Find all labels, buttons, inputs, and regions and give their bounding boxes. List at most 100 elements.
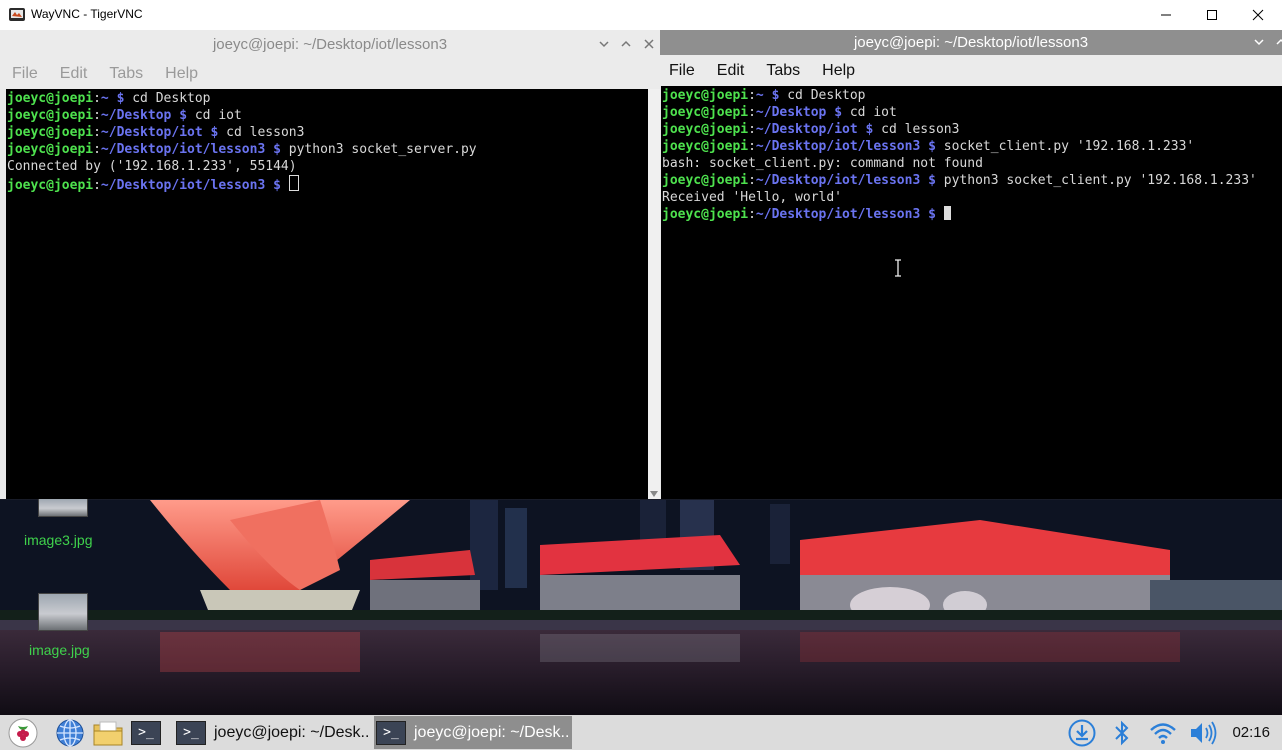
command-text: cd lesson3 <box>881 122 960 137</box>
file-manager-launcher[interactable] <box>92 715 124 750</box>
terminal-line: joeyc@joepi:~/Desktop/iot/lesson3 $ sock… <box>662 138 1282 155</box>
terminal-titlebar[interactable]: joeyc@joepi: ~/Desktop/iot/lesson3 <box>660 30 1282 55</box>
maximize-button[interactable] <box>1189 0 1235 30</box>
close-button[interactable] <box>1235 0 1281 30</box>
terminal-cursor <box>288 175 299 191</box>
command-text: python3 socket_client.py '192.168.1.233' <box>943 173 1257 188</box>
terminal-line: bash: socket_client.py: command not foun… <box>662 155 1282 172</box>
terminal-line: joeyc@joepi:~/Desktop/iot $ cd lesson3 <box>662 121 1282 138</box>
terminal-title: joeyc@joepi: ~/Desktop/iot/lesson3 <box>853 34 1089 51</box>
close-icon[interactable] <box>644 39 654 49</box>
prompt-user: joeyc@joepi <box>662 139 749 154</box>
prompt-path: ~/Desktop/iot <box>100 125 203 140</box>
command-text: cd Desktop <box>787 88 866 103</box>
terminal-line: joeyc@joepi:~/Desktop $ cd iot <box>7 107 648 124</box>
prompt-separator: : <box>748 105 756 120</box>
desktop-icon-label: image.jpg <box>29 642 90 658</box>
menu-file[interactable]: File <box>12 65 38 83</box>
text-cursor-icon <box>895 259 901 277</box>
clock[interactable]: 02:16 <box>1232 715 1270 750</box>
download-updates-icon <box>1068 719 1096 746</box>
menu-tabs[interactable]: Tabs <box>109 65 143 83</box>
prompt-path: ~/Desktop <box>755 105 827 120</box>
command-text: cd iot <box>194 108 242 123</box>
terminal-line: joeyc@joepi:~/Desktop/iot/lesson3 $ pyth… <box>7 141 648 158</box>
prompt-symbol: $ <box>763 88 788 103</box>
folder-icon <box>93 721 123 745</box>
prompt-separator: : <box>748 88 756 103</box>
prompt-path: ~/Desktop <box>100 108 172 123</box>
prompt-path: ~/Desktop/iot/lesson3 <box>755 173 921 188</box>
desktop-icon-image3[interactable]: image3.jpg <box>20 498 110 553</box>
prompt-path: ~/Desktop/iot/lesson3 <box>100 178 266 193</box>
maximize-icon <box>1207 10 1217 20</box>
vnc-window-title: WayVNC - TigerVNC <box>31 7 143 21</box>
terminal-output[interactable]: joeyc@joepi:~ $ cd Desktop joeyc@joepi:~/… <box>6 89 648 499</box>
raspberry-pi-icon <box>8 718 38 747</box>
taskbar-task-terminal-1[interactable]: >_ joeyc@joepi: ~/Desk.. <box>172 716 372 749</box>
menu-file[interactable]: File <box>669 62 695 80</box>
menu-help[interactable]: Help <box>822 62 855 80</box>
prompt-separator: : <box>748 139 756 154</box>
prompt-separator: : <box>748 122 756 137</box>
web-browser-launcher[interactable] <box>55 715 85 750</box>
raspberry-menu-button[interactable] <box>8 715 38 750</box>
minimize-button[interactable] <box>1143 0 1189 30</box>
taskbar-task-terminal-2[interactable]: >_ joeyc@joepi: ~/Desk.. <box>374 716 572 749</box>
terminal-line: joeyc@joepi:~/Desktop $ cd iot <box>662 104 1282 121</box>
chevron-down-icon[interactable] <box>1254 37 1264 47</box>
menu-tabs[interactable]: Tabs <box>766 62 800 80</box>
minimize-icon <box>1161 14 1171 16</box>
scrollbar[interactable] <box>648 89 660 499</box>
terminal-output[interactable]: joeyc@joepi:~ $ cd Desktop joeyc@joepi:~/… <box>661 86 1282 499</box>
terminal-titlebar[interactable]: joeyc@joepi: ~/Desktop/iot/lesson3 <box>0 30 660 58</box>
desktop-icon-image[interactable]: image.jpg <box>20 593 110 663</box>
prompt-separator: : <box>93 108 101 123</box>
prompt-separator: : <box>93 125 101 140</box>
terminal-line: joeyc@joepi:~ $ cd Desktop <box>662 87 1282 104</box>
desktop-icon-label: image3.jpg <box>24 532 93 548</box>
bluetooth-button[interactable] <box>1113 715 1131 750</box>
command-text: socket_client.py '192.168.1.233' <box>943 139 1195 154</box>
volume-button[interactable] <box>1188 715 1218 750</box>
wifi-button[interactable] <box>1149 715 1177 750</box>
image-thumbnail-icon <box>38 593 88 631</box>
terminal-window-right[interactable]: joeyc@joepi: ~/Desktop/iot/lesson3 File … <box>660 30 1282 499</box>
terminal-icon: >_ <box>376 720 406 745</box>
speaker-volume-icon <box>1191 721 1217 744</box>
command-output: Received 'Hello, world' <box>662 190 843 205</box>
scroll-down-arrow-icon[interactable] <box>650 491 658 497</box>
prompt-separator: : <box>93 178 101 193</box>
task-label: joeyc@joepi: ~/Desk.. <box>414 723 570 741</box>
prompt-user: joeyc@joepi <box>662 105 749 120</box>
prompt-symbol: $ <box>108 91 133 106</box>
taskbar: >_ >_ joeyc@joepi: ~/Desk.. >_ joeyc@joe… <box>0 715 1282 750</box>
prompt-symbol: $ <box>920 139 944 154</box>
terminal-icon: >_ <box>131 720 161 745</box>
updater-button[interactable] <box>1068 715 1096 750</box>
menu-help[interactable]: Help <box>165 65 198 83</box>
bluetooth-icon <box>1115 720 1129 745</box>
wifi-icon <box>1150 722 1176 744</box>
menu-edit[interactable]: Edit <box>60 65 88 83</box>
prompt-user: joeyc@joepi <box>7 91 94 106</box>
chevron-down-icon[interactable] <box>599 39 609 49</box>
terminal-line: joeyc@joepi:~/Desktop/iot/lesson3 $ <box>662 206 1282 223</box>
terminal-window-left[interactable]: joeyc@joepi: ~/Desktop/iot/lesson3 File … <box>0 30 660 499</box>
tigervnc-app-icon <box>9 8 25 21</box>
terminal-launcher[interactable]: >_ <box>131 715 161 750</box>
image-thumbnail-icon <box>38 498 88 517</box>
prompt-separator: : <box>748 207 756 222</box>
terminal-icon: >_ <box>176 720 206 745</box>
prompt-symbol: $ <box>920 173 944 188</box>
chevron-up-icon[interactable] <box>621 39 631 49</box>
terminal-menubar: File Edit Tabs Help <box>0 58 660 89</box>
menu-edit[interactable]: Edit <box>717 62 745 80</box>
prompt-symbol: $ <box>265 178 289 193</box>
prompt-path: ~/Desktop/iot/lesson3 <box>100 142 266 157</box>
terminal-line: Received 'Hello, world' <box>662 189 1282 206</box>
prompt-separator: : <box>748 173 756 188</box>
terminal-line: joeyc@joepi:~ $ cd Desktop <box>7 90 648 107</box>
chevron-up-icon[interactable] <box>1276 37 1282 47</box>
prompt-symbol: $ <box>265 142 289 157</box>
